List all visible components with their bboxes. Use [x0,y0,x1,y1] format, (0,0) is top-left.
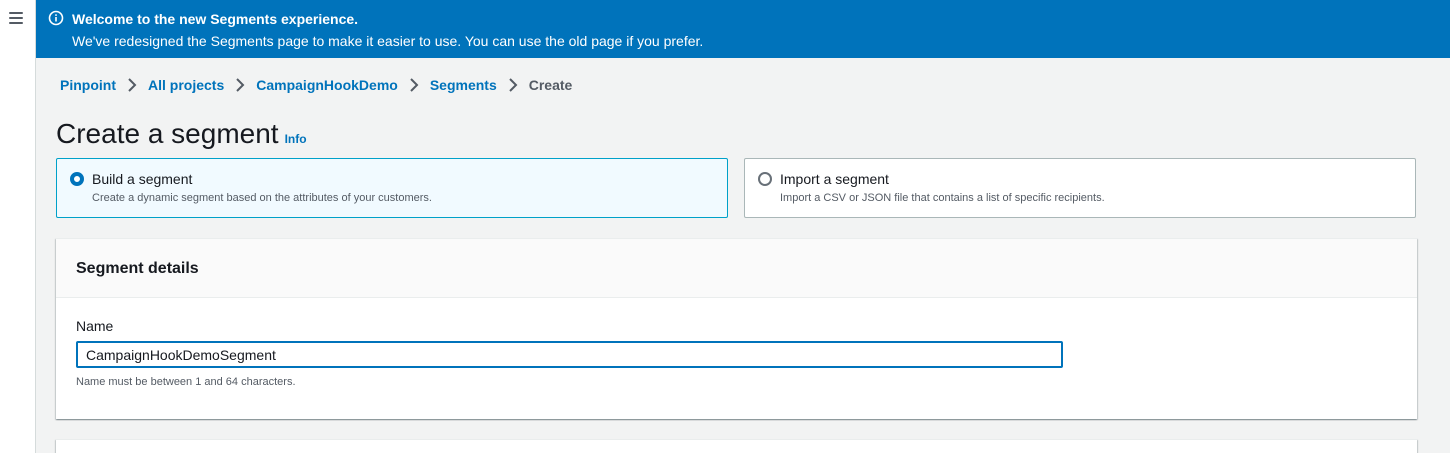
segment-details-panel: Segment details Name Name must be betwee… [56,238,1417,419]
build-segment-tile[interactable]: Build a segment Create a dynamic segment… [56,158,728,218]
info-link[interactable]: Info [285,132,307,146]
left-rail [0,0,36,453]
info-circle-icon [48,10,64,26]
chevron-right-icon [228,76,252,94]
tile-label: Build a segment [92,171,193,187]
chevron-right-icon [120,76,144,94]
flash-message: We've redesigned the Segments page to ma… [72,33,704,49]
tile-description: Import a CSV or JSON file that contains … [780,192,1105,204]
segment-name-input[interactable] [76,341,1063,368]
breadcrumb-segments[interactable]: Segments [430,76,497,94]
panel-title: Segment details [76,260,199,277]
panel-header: Segment details [56,239,1417,298]
build-segment-radio[interactable] [70,172,84,186]
flash-title: Welcome to the new Segments experience. [72,11,359,27]
breadcrumb-current: Create [528,77,573,93]
breadcrumb-project[interactable]: CampaignHookDemo [256,76,398,94]
page-header: Create a segment Info [56,116,307,152]
tile-label: Import a segment [780,171,889,187]
chevron-right-icon [501,76,525,94]
name-constraint-hint: Name must be between 1 and 64 characters… [76,376,296,388]
breadcrumb-pinpoint[interactable]: Pinpoint [60,76,116,94]
page-title: Create a segment [56,118,279,149]
breadcrumb-all-projects[interactable]: All projects [148,76,224,94]
import-segment-radio[interactable] [758,172,772,186]
tile-description: Create a dynamic segment based on the at… [92,192,432,204]
welcome-flash-banner: Welcome to the new Segments experience. … [36,0,1450,58]
import-segment-tile[interactable]: Import a segment Import a CSV or JSON fi… [744,158,1416,218]
main-content: Welcome to the new Segments experience. … [36,0,1450,453]
next-panel [56,439,1417,453]
menu-icon[interactable] [9,12,23,24]
chevron-right-icon [402,76,426,94]
name-label: Name [76,318,114,334]
breadcrumb: Pinpoint All projects CampaignHookDemo S… [60,76,572,94]
